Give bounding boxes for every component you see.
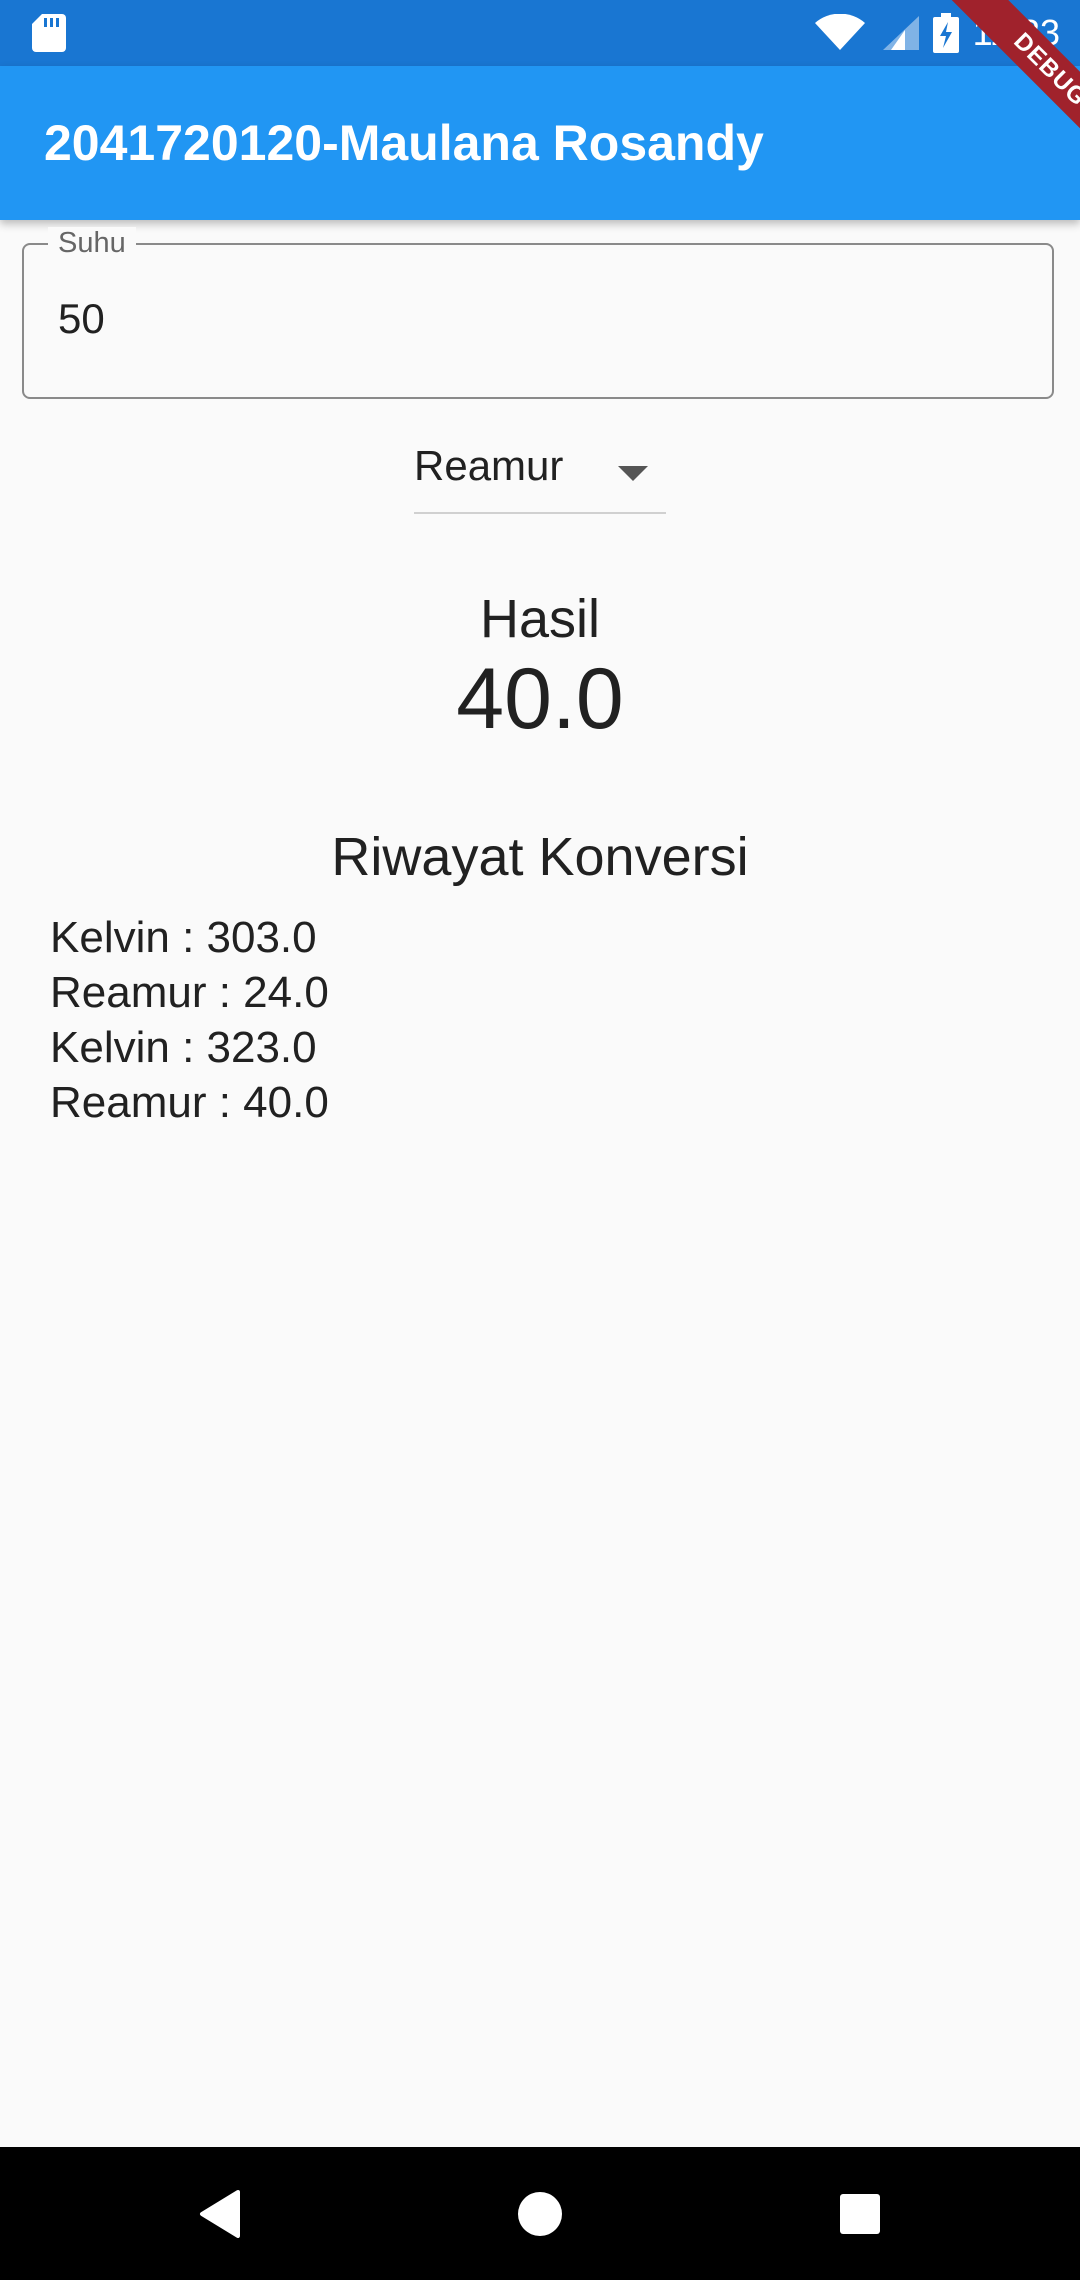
unit-dropdown-value: Reamur <box>414 442 564 489</box>
recents-icon <box>840 2193 880 2234</box>
debug-label: DEBUG <box>951 0 1080 160</box>
home-icon <box>518 2191 562 2236</box>
signal-icon <box>882 16 919 50</box>
back-icon <box>200 2189 240 2238</box>
history-item: Kelvin : 303.0 <box>50 913 317 962</box>
dropdown-arrow-icon <box>618 466 648 481</box>
temperature-field[interactable]: Suhu 50 <box>22 227 1054 399</box>
result-value: 40.0 <box>456 651 624 747</box>
recents-button[interactable] <box>790 2147 930 2280</box>
temperature-input[interactable]: 50 <box>58 295 105 343</box>
back-button[interactable] <box>150 2147 290 2280</box>
history-list: Kelvin : 303.0 Reamur : 24.0 Kelvin : 32… <box>50 910 329 1130</box>
navigation-bar <box>0 2147 1080 2280</box>
unit-dropdown[interactable]: Reamur <box>414 430 666 514</box>
status-bar: 11:33 <box>0 0 1080 66</box>
history-item: Reamur : 40.0 <box>50 1078 329 1127</box>
home-button[interactable] <box>470 2147 610 2280</box>
history-item: Kelvin : 323.0 <box>50 1023 317 1072</box>
result-label: Hasil <box>479 589 601 649</box>
history-item: Reamur : 24.0 <box>50 968 329 1017</box>
wifi-icon <box>814 14 865 50</box>
app-bar: 2041720120-Maulana Rosandy <box>0 66 1080 220</box>
sd-card-icon <box>32 14 66 52</box>
temperature-field-label: Suhu <box>48 227 136 260</box>
debug-banner: DEBUG <box>920 0 1080 160</box>
app-title: 2041720120-Maulana Rosandy <box>44 115 764 171</box>
history-title: Riwayat Konversi <box>331 827 749 887</box>
